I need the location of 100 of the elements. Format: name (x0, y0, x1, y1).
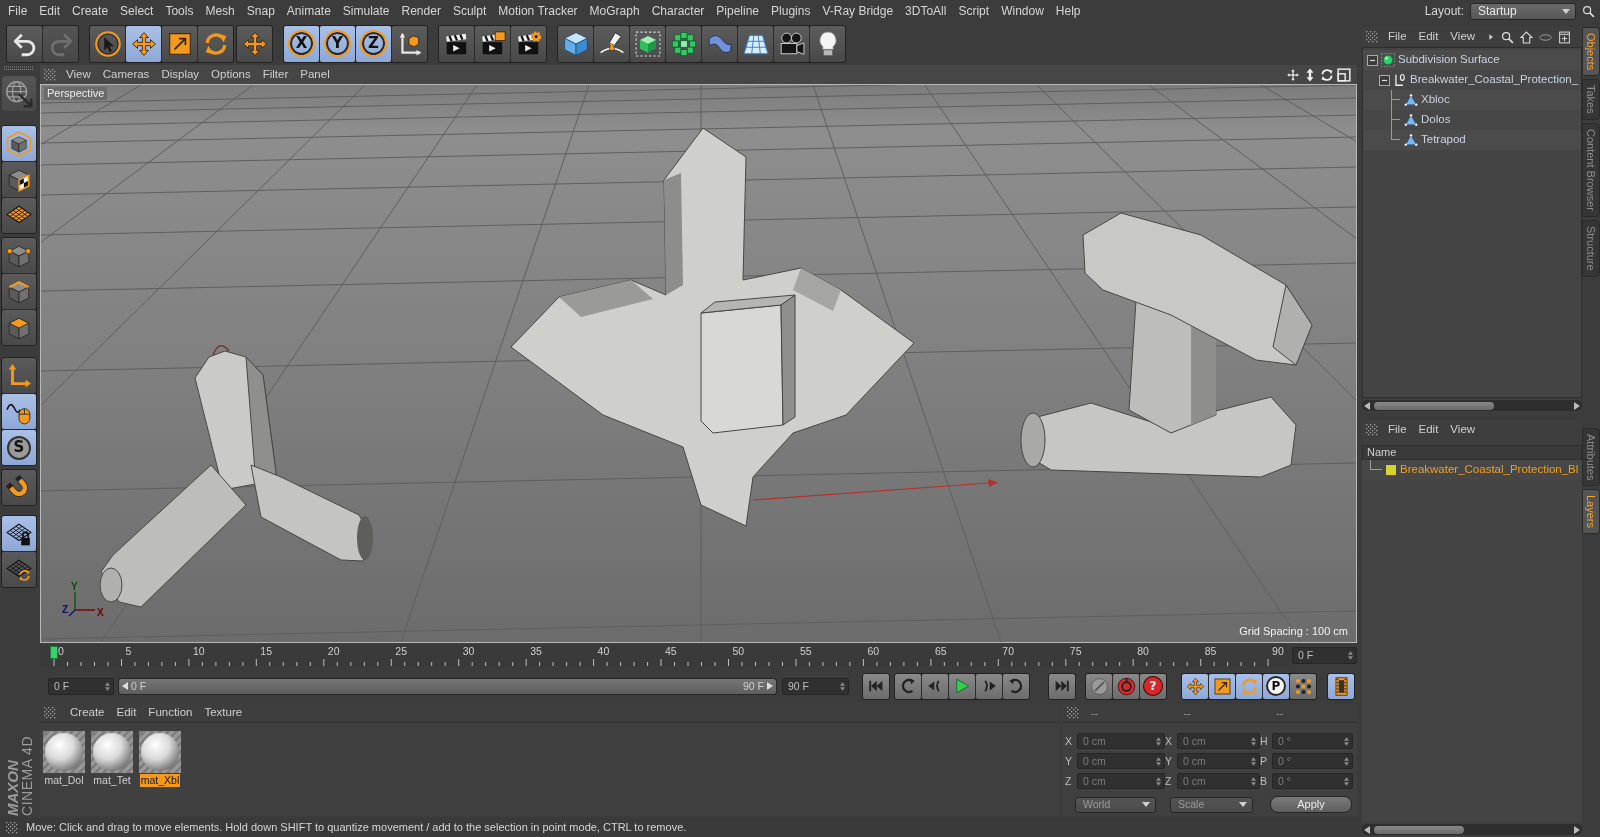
panel-tab[interactable]: Objects (1582, 27, 1600, 77)
menu-item[interactable]: File (2, 3, 34, 19)
axis-button[interactable]: Y (320, 25, 355, 62)
menu-item[interactable]: Create (64, 706, 111, 720)
menu-item[interactable]: Texture (198, 706, 249, 720)
workplane-button[interactable] (2, 198, 36, 233)
panel-tab[interactable]: Structure (1582, 220, 1600, 277)
scrollbar-thumb[interactable] (1374, 825, 1464, 834)
menu-item[interactable]: File (1382, 423, 1413, 437)
edges-button[interactable] (2, 274, 36, 309)
menu-item[interactable]: Edit (33, 3, 67, 19)
menu-item[interactable]: Edit (1412, 30, 1445, 44)
home-icon[interactable] (1520, 30, 1534, 44)
last-button[interactable] (1048, 672, 1076, 700)
start-frame-field[interactable]: 0 F (48, 677, 114, 695)
convert-button[interactable] (2, 76, 36, 111)
menu-item[interactable]: Mesh (199, 3, 241, 19)
scroll-left-icon[interactable] (1364, 825, 1370, 834)
move-button[interactable] (126, 25, 161, 62)
prev-frame-button[interactable] (922, 673, 948, 699)
tree-row[interactable]: Subdivision Surface (1363, 50, 1581, 70)
menu-item[interactable]: Character (645, 3, 711, 19)
material-name[interactable]: mat_Tet (92, 774, 132, 787)
axis-button[interactable]: Z (356, 25, 391, 62)
rotate-button[interactable] (198, 25, 233, 62)
current-frame-field[interactable]: 0 F (1292, 647, 1357, 664)
menu-item[interactable]: Animate (280, 3, 337, 19)
coordinates-button[interactable] (392, 25, 427, 62)
play-button[interactable] (949, 673, 975, 699)
snap-button[interactable] (2, 470, 36, 505)
material-sphere-icon[interactable] (91, 731, 133, 773)
axis-button[interactable] (2, 358, 36, 393)
workplane-align-button[interactable] (2, 552, 36, 587)
menu-item[interactable]: Function (142, 706, 199, 720)
scroll-right-icon[interactable] (1574, 401, 1580, 410)
menu-item[interactable]: Simulate (336, 3, 396, 19)
panel-tab[interactable]: Content Browser (1582, 123, 1600, 217)
apply-button[interactable]: Apply (1270, 796, 1352, 813)
menu-item[interactable]: Cameras (96, 67, 156, 82)
menu-item[interactable]: Panel (294, 67, 336, 82)
undo-button[interactable] (7, 25, 42, 62)
horizontal-scrollbar[interactable] (1362, 824, 1582, 835)
tree-row[interactable]: Tetrapod (1363, 130, 1581, 150)
maximize-view-icon[interactable] (1337, 67, 1351, 82)
move-button[interactable] (236, 24, 273, 63)
panel-tab[interactable]: Layers (1582, 489, 1600, 535)
search-icon[interactable] (1501, 30, 1515, 44)
3d-viewport[interactable]: Perspective Y Z X Grid Spacing : 100 cm (40, 84, 1357, 643)
cube-button[interactable] (558, 25, 593, 62)
menu-item[interactable]: Window (995, 3, 1050, 19)
prev-key-button[interactable] (895, 673, 921, 699)
soft-selection-button[interactable]: S (2, 430, 36, 465)
axis-button[interactable]: X (284, 25, 319, 62)
camera-button[interactable] (774, 25, 809, 62)
points-button[interactable] (2, 238, 36, 273)
menu-item[interactable]: Help (1049, 3, 1087, 19)
scale-button[interactable] (1209, 673, 1235, 699)
cloner-button[interactable] (666, 25, 701, 62)
panel-tab[interactable]: Attributes (1582, 427, 1600, 487)
menu-item[interactable]: V-Ray Bridge (816, 3, 900, 19)
collapse-icon[interactable] (1379, 74, 1390, 86)
current-frame-marker[interactable] (50, 646, 58, 659)
menu-item[interactable]: Edit (1412, 423, 1445, 437)
menu-item[interactable]: Motion Tracker (492, 3, 584, 19)
pen-button[interactable] (594, 25, 629, 62)
menu-item[interactable]: Options (205, 67, 257, 82)
tree-row[interactable]: Xbloc (1363, 90, 1581, 110)
menu-item[interactable]: File (1382, 30, 1413, 44)
layout-dropdown[interactable]: Startup (1470, 2, 1576, 20)
texture-button[interactable] (2, 162, 36, 197)
scroll-left-icon[interactable] (1364, 401, 1370, 410)
end-frame-field[interactable]: 90 F (782, 677, 849, 695)
model-button[interactable] (2, 126, 36, 161)
next-frame-button[interactable] (976, 673, 1002, 699)
move-view-icon[interactable] (1286, 67, 1300, 82)
collapse-icon[interactable] (1367, 54, 1378, 66)
scrollbar-thumb[interactable] (1374, 401, 1494, 410)
render-picture-button[interactable] (475, 25, 510, 62)
menu-item[interactable]: Select (114, 3, 160, 19)
new-panel-icon[interactable] (1558, 30, 1572, 44)
menu-item[interactable]: View (1444, 423, 1482, 437)
menu-item[interactable]: Render (395, 3, 447, 19)
subdivision-button[interactable] (630, 25, 665, 62)
menu-item[interactable]: MoGraph (583, 3, 646, 19)
polygons-button[interactable] (2, 310, 36, 345)
menu-item[interactable]: Edit (110, 706, 143, 720)
menu-item[interactable]: Create (66, 3, 115, 19)
menu-item[interactable]: Tools (159, 3, 200, 19)
floor-button[interactable] (738, 25, 773, 62)
workplane-lock-button[interactable] (2, 516, 36, 551)
panel-tab[interactable]: Takes (1582, 79, 1600, 121)
select-button[interactable] (90, 25, 125, 62)
timeline-button[interactable] (1327, 672, 1355, 700)
render-view-button[interactable] (439, 25, 474, 62)
horizontal-scrollbar[interactable] (1362, 400, 1582, 411)
menu-item[interactable]: Plugins (765, 3, 817, 19)
record-button[interactable] (1113, 673, 1139, 699)
frame-range-slider[interactable]: 0 F 90 F (118, 677, 777, 695)
first-button[interactable] (862, 672, 890, 700)
menu-item[interactable]: Pipeline (710, 3, 766, 19)
